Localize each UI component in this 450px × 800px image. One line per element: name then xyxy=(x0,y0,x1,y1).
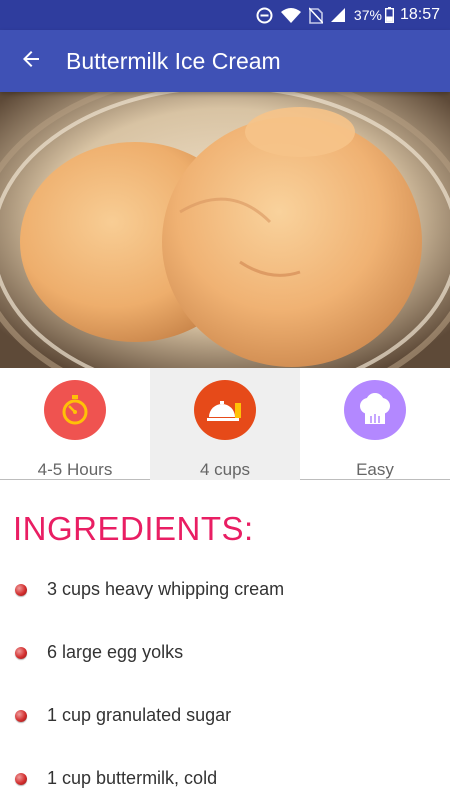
clock: 18:57 xyxy=(399,6,440,23)
ice-cream-photo xyxy=(0,92,450,368)
signal-icon xyxy=(330,7,346,23)
ingredient-text: 1 cup granulated sugar xyxy=(47,705,232,725)
recipe-stats: 4-5 Hours 4 cups Easy xyxy=(0,368,450,480)
no-sim-icon xyxy=(308,6,323,24)
list-item: 6 large egg yolks xyxy=(0,621,450,684)
bullet-icon xyxy=(15,709,27,722)
battery-percent: 37% xyxy=(353,7,382,23)
arrow-back-icon xyxy=(19,47,43,76)
chef-hat-icon xyxy=(344,380,406,440)
list-item: 1 cup granulated sugar xyxy=(0,684,450,747)
stopwatch-icon xyxy=(44,380,106,440)
bullet-icon xyxy=(15,646,27,659)
status-bar: 37% 18:57 xyxy=(0,0,450,30)
dnd-icon xyxy=(256,7,273,24)
ingredients-heading: INGREDIENTS: xyxy=(13,510,254,547)
ingredient-text: 3 cups heavy whipping cream xyxy=(47,579,285,599)
recipe-photo xyxy=(0,92,450,368)
bullet-icon xyxy=(15,583,27,596)
stat-time-label: 4-5 Hours xyxy=(37,460,113,479)
stat-difficulty[interactable]: Easy xyxy=(300,368,450,480)
page-title: Buttermilk Ice Cream xyxy=(66,47,281,74)
back-button[interactable] xyxy=(0,30,62,92)
stat-time[interactable]: 4-5 Hours xyxy=(0,368,150,480)
list-item: 1 cup buttermilk, cold xyxy=(0,747,450,800)
ingredient-text: 6 large egg yolks xyxy=(47,642,184,662)
stat-difficulty-label: Easy xyxy=(356,460,394,479)
ingredient-text: 1 cup buttermilk, cold xyxy=(47,768,218,788)
stat-servings-label: 4 cups xyxy=(199,460,251,479)
app-bar: Buttermilk Ice Cream xyxy=(0,30,450,92)
stat-servings[interactable]: 4 cups xyxy=(150,368,300,480)
wifi-icon xyxy=(280,7,302,24)
battery-icon xyxy=(384,7,394,23)
serving-dish-icon xyxy=(194,380,256,440)
ingredients-list: 3 cups heavy whipping cream 6 large egg … xyxy=(0,558,450,800)
bullet-icon xyxy=(15,772,27,785)
list-item: 3 cups heavy whipping cream xyxy=(0,558,450,621)
